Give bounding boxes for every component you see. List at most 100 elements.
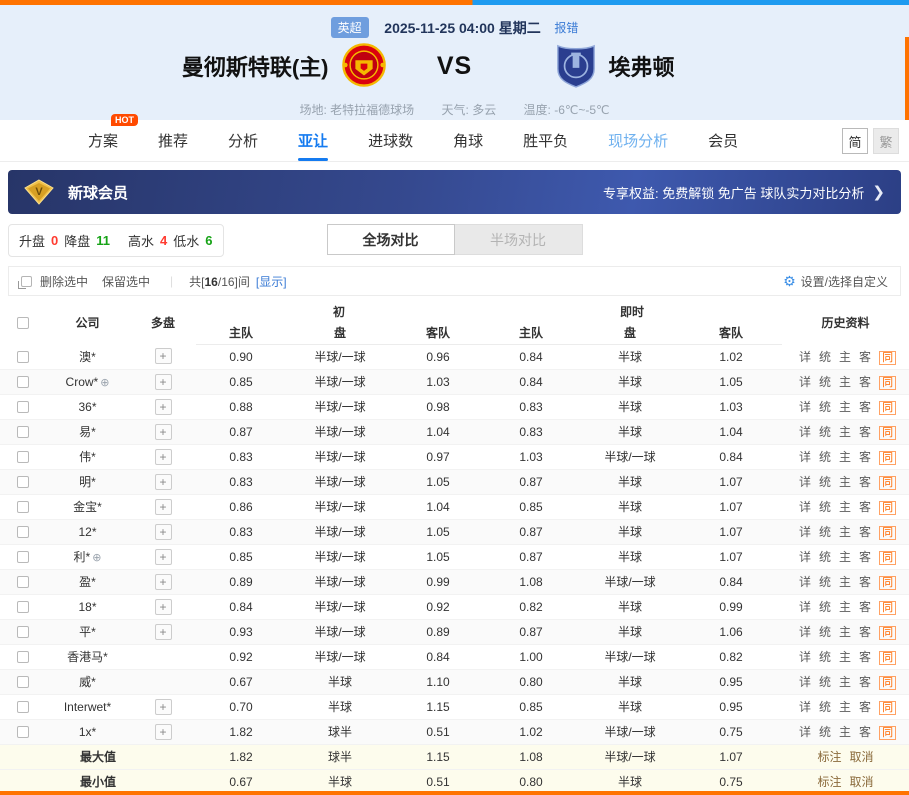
same-odds-tag[interactable]: 同 xyxy=(879,601,896,615)
history-link[interactable]: 客 xyxy=(859,425,871,439)
row-checkbox[interactable] xyxy=(17,551,29,563)
history-link[interactable]: 详 xyxy=(799,675,811,689)
same-odds-tag[interactable]: 同 xyxy=(879,426,896,440)
history-link[interactable]: 统 xyxy=(819,725,831,739)
history-link[interactable]: 统 xyxy=(819,675,831,689)
expand-plus-button[interactable]: + xyxy=(155,449,172,465)
history-link[interactable]: 详 xyxy=(799,575,811,589)
history-link[interactable]: 客 xyxy=(859,350,871,364)
expand-plus-button[interactable]: + xyxy=(155,599,172,615)
history-link[interactable]: 详 xyxy=(799,600,811,614)
summary-link[interactable]: 标注 xyxy=(818,750,842,764)
history-link[interactable]: 统 xyxy=(819,525,831,539)
history-link[interactable]: 主 xyxy=(839,475,851,489)
same-odds-tag[interactable]: 同 xyxy=(879,376,896,390)
history-link[interactable]: 统 xyxy=(819,550,831,564)
row-checkbox[interactable] xyxy=(17,451,29,463)
expand-plus-button[interactable]: + xyxy=(155,399,172,415)
history-link[interactable]: 统 xyxy=(819,475,831,489)
same-odds-tag[interactable]: 同 xyxy=(879,726,896,740)
same-odds-tag[interactable]: 同 xyxy=(879,451,896,465)
history-link[interactable]: 客 xyxy=(859,575,871,589)
history-link[interactable]: 主 xyxy=(839,650,851,664)
half-match-tab[interactable]: 半场对比 xyxy=(455,224,583,255)
history-link[interactable]: 详 xyxy=(799,700,811,714)
history-link[interactable]: 详 xyxy=(799,375,811,389)
history-link[interactable]: 统 xyxy=(819,600,831,614)
row-checkbox[interactable] xyxy=(17,526,29,538)
history-link[interactable]: 客 xyxy=(859,475,871,489)
settings-customize-link[interactable]: 设置/选择自定义 xyxy=(801,273,888,290)
history-link[interactable]: 详 xyxy=(799,625,811,639)
same-odds-tag[interactable]: 同 xyxy=(879,626,896,640)
history-link[interactable]: 客 xyxy=(859,650,871,664)
history-link[interactable]: 主 xyxy=(839,350,851,364)
history-link[interactable]: 详 xyxy=(799,400,811,414)
row-checkbox[interactable] xyxy=(17,701,29,713)
history-link[interactable]: 详 xyxy=(799,500,811,514)
same-odds-tag[interactable]: 同 xyxy=(879,501,896,515)
history-link[interactable]: 客 xyxy=(859,450,871,464)
history-link[interactable]: 客 xyxy=(859,400,871,414)
summary-link[interactable]: 标注 xyxy=(818,775,842,789)
select-all-checkbox[interactable] xyxy=(17,317,29,329)
keep-selected-link[interactable]: 保留选中 xyxy=(102,273,150,290)
history-link[interactable]: 统 xyxy=(819,650,831,664)
history-link[interactable]: 统 xyxy=(819,575,831,589)
select-toggle-icon[interactable] xyxy=(21,276,32,287)
expand-plus-button[interactable]: + xyxy=(155,699,172,715)
row-checkbox[interactable] xyxy=(17,576,29,588)
nav-tab-角球[interactable]: 角球 xyxy=(453,120,483,161)
row-checkbox[interactable] xyxy=(17,601,29,613)
history-link[interactable]: 客 xyxy=(859,500,871,514)
history-link[interactable]: 客 xyxy=(859,375,871,389)
nav-tab-胜平负[interactable]: 胜平负 xyxy=(523,120,568,161)
history-link[interactable]: 主 xyxy=(839,675,851,689)
same-odds-tag[interactable]: 同 xyxy=(879,576,896,590)
history-link[interactable]: 主 xyxy=(839,450,851,464)
league-badge[interactable]: 英超 xyxy=(331,17,369,38)
lang-simplified-button[interactable]: 简 xyxy=(842,128,868,154)
history-link[interactable]: 客 xyxy=(859,550,871,564)
full-match-tab[interactable]: 全场对比 xyxy=(327,224,455,255)
history-link[interactable]: 客 xyxy=(859,525,871,539)
expand-plus-button[interactable]: + xyxy=(155,724,172,740)
history-link[interactable]: 客 xyxy=(859,700,871,714)
history-link[interactable]: 主 xyxy=(839,525,851,539)
same-odds-tag[interactable]: 同 xyxy=(879,701,896,715)
history-link[interactable]: 主 xyxy=(839,425,851,439)
history-link[interactable]: 主 xyxy=(839,600,851,614)
same-odds-tag[interactable]: 同 xyxy=(879,476,896,490)
lang-traditional-button[interactable]: 繁 xyxy=(873,128,899,154)
row-checkbox[interactable] xyxy=(17,376,29,388)
row-checkbox[interactable] xyxy=(17,426,29,438)
row-checkbox[interactable] xyxy=(17,651,29,663)
history-link[interactable]: 主 xyxy=(839,375,851,389)
history-link[interactable]: 主 xyxy=(839,550,851,564)
history-link[interactable]: 统 xyxy=(819,425,831,439)
same-odds-tag[interactable]: 同 xyxy=(879,401,896,415)
nav-tab-现场分析[interactable]: 现场分析 xyxy=(608,120,668,161)
row-checkbox[interactable] xyxy=(17,626,29,638)
expand-plus-button[interactable]: + xyxy=(155,524,172,540)
same-odds-tag[interactable]: 同 xyxy=(879,651,896,665)
history-link[interactable]: 客 xyxy=(859,725,871,739)
history-link[interactable]: 详 xyxy=(799,475,811,489)
history-link[interactable]: 统 xyxy=(819,375,831,389)
history-link[interactable]: 主 xyxy=(839,500,851,514)
history-link[interactable]: 统 xyxy=(819,450,831,464)
row-checkbox[interactable] xyxy=(17,726,29,738)
history-link[interactable]: 详 xyxy=(799,650,811,664)
same-odds-tag[interactable]: 同 xyxy=(879,551,896,565)
history-link[interactable]: 详 xyxy=(799,425,811,439)
row-checkbox[interactable] xyxy=(17,476,29,488)
row-checkbox[interactable] xyxy=(17,676,29,688)
nav-tab-亚让[interactable]: 亚让 xyxy=(298,120,328,161)
expand-plus-button[interactable]: + xyxy=(155,424,172,440)
expand-plus-button[interactable]: + xyxy=(155,624,172,640)
expand-plus-button[interactable]: + xyxy=(155,574,172,590)
history-link[interactable]: 详 xyxy=(799,725,811,739)
history-link[interactable]: 主 xyxy=(839,575,851,589)
row-checkbox[interactable] xyxy=(17,501,29,513)
expand-plus-button[interactable]: + xyxy=(155,348,172,364)
